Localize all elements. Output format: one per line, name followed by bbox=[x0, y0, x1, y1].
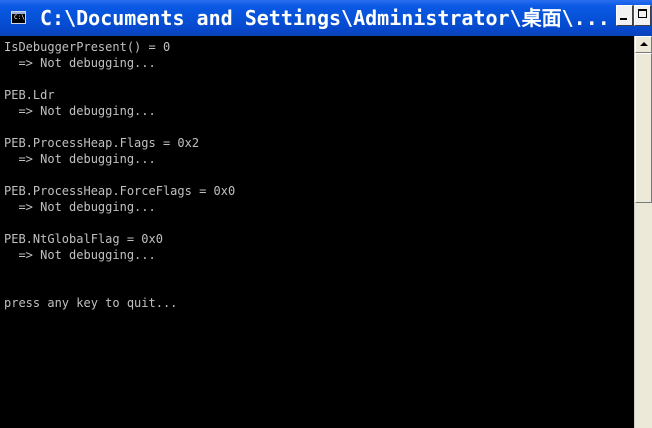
maximize-icon bbox=[638, 9, 647, 18]
console-output[interactable]: IsDebuggerPresent() = 0 => Not debugging… bbox=[0, 36, 634, 428]
vertical-scrollbar[interactable] bbox=[634, 36, 652, 428]
console-line: IsDebuggerPresent() = 0 bbox=[4, 40, 171, 54]
scrollbar-thumb[interactable] bbox=[635, 53, 652, 203]
console-window: C:\ C:\Documents and Settings\Administra… bbox=[0, 0, 652, 428]
console-line: => Not debugging... bbox=[4, 152, 156, 166]
console-icon-label: C:\ bbox=[14, 14, 25, 21]
console-line: => Not debugging... bbox=[4, 248, 156, 262]
console-icon[interactable]: C:\ bbox=[11, 11, 26, 24]
minimize-icon bbox=[620, 18, 627, 20]
console-line: => Not debugging... bbox=[4, 200, 156, 214]
minimize-button[interactable] bbox=[616, 5, 633, 26]
console-line: PEB.ProcessHeap.ForceFlags = 0x0 bbox=[4, 184, 236, 198]
title-bar[interactable]: C:\ C:\Documents and Settings\Administra… bbox=[0, 0, 652, 36]
window-title: C:\Documents and Settings\Administrator\… bbox=[40, 6, 610, 30]
console-line: PEB.Ldr bbox=[4, 88, 55, 102]
console-line: press any key to quit... bbox=[4, 296, 178, 310]
console-line: PEB.NtGlobalFlag = 0x0 bbox=[4, 232, 163, 246]
scroll-up-button[interactable] bbox=[635, 36, 652, 53]
console-line: => Not debugging... bbox=[4, 104, 156, 118]
console-line: PEB.ProcessHeap.Flags = 0x2 bbox=[4, 136, 200, 150]
console-line: => Not debugging... bbox=[4, 56, 156, 70]
maximize-button[interactable] bbox=[634, 5, 651, 26]
